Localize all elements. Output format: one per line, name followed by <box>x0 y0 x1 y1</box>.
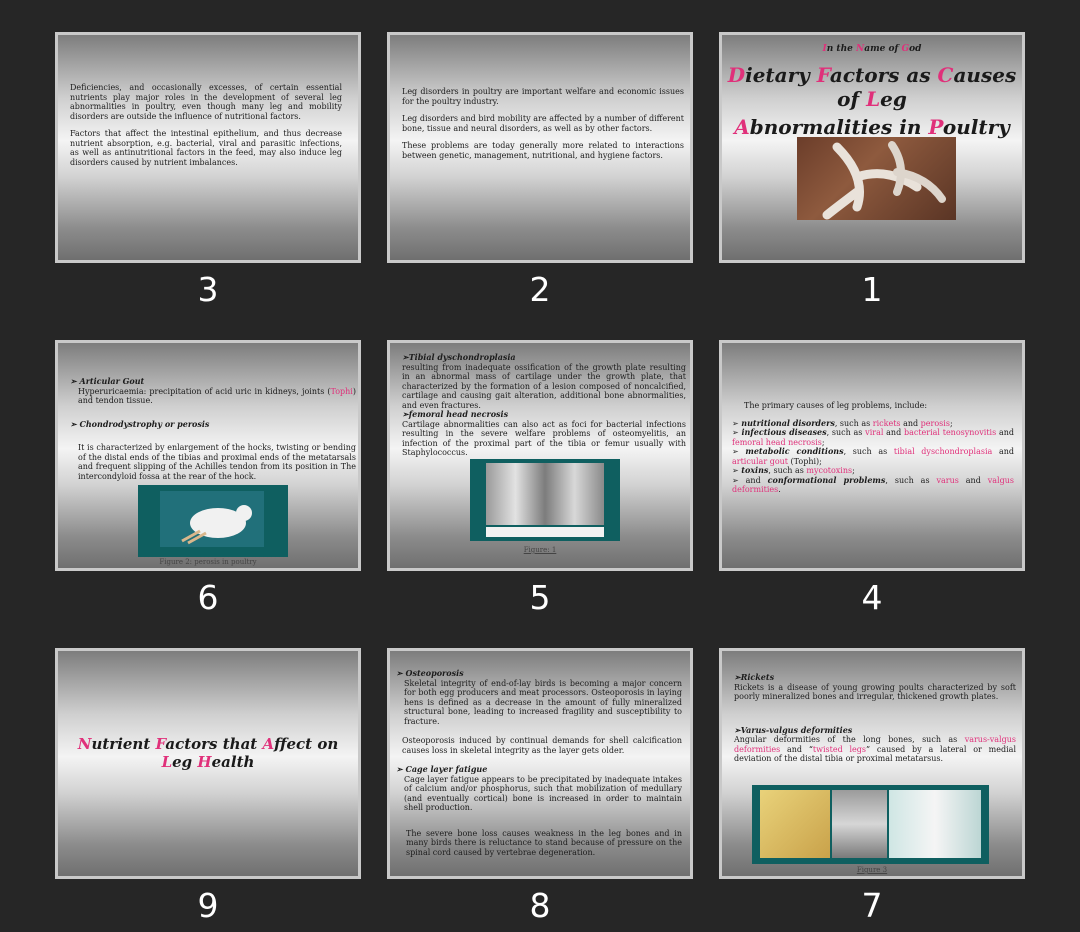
slide-7[interactable]: ➢Rickets Rickets is a disease of young g… <box>719 648 1025 879</box>
bullet-metabolic: ➢ metabolic conditions, such as tibial d… <box>732 446 1014 466</box>
slide-5-text: ➢Tibial dyschondroplasia resulting from … <box>402 352 686 458</box>
slide-4[interactable]: The primary causes of leg problems, incl… <box>719 340 1025 571</box>
bullet-infectious: ➢ infectious diseases, such as viral and… <box>732 427 1014 447</box>
slide-number: 2 <box>529 270 551 309</box>
slide-number: 7 <box>861 886 883 925</box>
slide-9[interactable]: Nutrient Factors that Affect on Leg Heal… <box>55 648 361 879</box>
slide-2[interactable]: Leg disorders in poultry are important w… <box>387 32 693 263</box>
heading-articular-gout: Articular Gout <box>79 376 145 386</box>
heading-chondrodystrophy: Chondrodystrophy or perosis <box>79 418 210 429</box>
paragraph: Deficiencies, and occasionally excesses,… <box>70 83 342 121</box>
paragraph: Cage layer fatigue appears to be precipi… <box>404 774 682 813</box>
slide-number: 8 <box>529 886 551 925</box>
paragraph: Skeletal integrity of end-of-lay birds i… <box>404 678 682 726</box>
figure-caption: Figure 2: perosis in poultry <box>159 558 257 566</box>
slide-3-text: Deficiencies, and occasionally excesses,… <box>70 83 342 175</box>
highlight: Tophi <box>330 386 353 396</box>
arrow-bullet-icon: ➢ <box>734 672 741 682</box>
paragraph: Angular deformities of the long bones, s… <box>734 735 1016 763</box>
slide-2-text: Leg disorders in poultry are important w… <box>402 87 684 168</box>
slide-number: 6 <box>197 578 219 617</box>
deformity-figure <box>752 785 989 864</box>
heading-varus-valgus: Varus-valgus deformities <box>740 724 853 735</box>
slide-number: 1 <box>861 270 883 309</box>
paragraph: Leg disorders in poultry are important w… <box>402 87 684 106</box>
arrow-bullet-icon: ➢ <box>732 418 742 428</box>
slide-6-text: ➢ Articular Gout Hyperuricaemia: precipi… <box>70 376 356 481</box>
paragraph: Cartilage abnormalities can also act as … <box>402 419 686 458</box>
slide-number: 3 <box>197 270 219 309</box>
bone-section-figure <box>470 459 620 541</box>
arrow-bullet-icon: ➢ <box>732 466 742 475</box>
paragraph: These problems are today generally more … <box>402 141 684 160</box>
paragraph: Leg disorders and bird mobility are affe… <box>402 114 684 133</box>
perosis-figure <box>138 485 288 557</box>
slide-4-text: The primary causes of leg problems, incl… <box>732 401 1014 495</box>
arrow-bullet-icon: ➢ <box>402 409 409 419</box>
paragraph: Factors that affect the intestinal epith… <box>70 129 342 167</box>
figure-inner-caption <box>486 527 604 537</box>
heading-osteoporosis: Osteoporosis <box>405 668 464 678</box>
figure-caption: Figure 3 <box>856 866 888 874</box>
arrow-bullet-icon: ➢ <box>734 724 741 735</box>
title-line-2: Leg Health <box>161 753 255 771</box>
arrow-bullet-icon: ➢ <box>402 352 409 362</box>
title-line-1: Nutrient Factors that Affect on <box>77 735 339 753</box>
slide-8-text: ➢ Osteoporosis Skeletal integrity of end… <box>396 668 682 857</box>
slide-5[interactable]: ➢Tibial dyschondroplasia resulting from … <box>387 340 693 571</box>
title-line-3: Abnormalities in Poultry <box>734 115 1010 139</box>
slide-number: 4 <box>861 578 883 617</box>
skeleton-photo <box>832 790 887 858</box>
slide-7-text: ➢Rickets Rickets is a disease of young g… <box>734 672 1016 764</box>
paragraph: Osteoporosis induced by continual demand… <box>402 736 682 755</box>
twisted-leg-photo <box>889 790 981 858</box>
arrow-bullet-icon: ➢ <box>396 668 406 678</box>
text: Hyperuricaemia: precipitation of acid ur… <box>78 386 331 396</box>
figure-caption: Figure: 1 <box>523 546 557 554</box>
heading-cage-layer-fatigue: Cage layer fatigue <box>405 764 488 774</box>
paragraph: It is characterized by enlargement of th… <box>78 443 356 481</box>
heading-femoral-head-necrosis: femoral head necrosis <box>408 409 509 419</box>
slide-3[interactable]: Deficiencies, and occasionally excesses,… <box>55 32 361 263</box>
chick-photo <box>760 790 830 858</box>
bone-photo <box>486 463 604 525</box>
chicken-feet-photo <box>797 137 956 220</box>
paragraph: resulting from inadequate ossification o… <box>402 362 686 410</box>
slide-8[interactable]: ➢ Osteoporosis Skeletal integrity of end… <box>387 648 693 879</box>
arrow-bullet-icon: ➢ <box>732 475 746 485</box>
heading-tibial-dyschondroplasia: Tibial dyschondroplasia <box>408 352 516 362</box>
title-line-2: of Leg <box>837 87 907 111</box>
intro: The primary causes of leg problems, incl… <box>744 401 928 410</box>
paragraph: The severe bone loss causes weakness in … <box>406 828 682 857</box>
arrow-bullet-icon: ➢ <box>732 447 746 456</box>
slide-number: 9 <box>197 886 219 925</box>
arrow-bullet-icon: ➢ <box>70 376 80 386</box>
heading-rickets: Rickets <box>740 672 775 682</box>
arrow-bullet-icon: ➢ <box>70 418 80 429</box>
slide-1[interactable]: In the Name of God Dietary Factors as Ca… <box>719 32 1025 263</box>
top-line: In the Name of God <box>822 44 922 54</box>
title-line-1: Dietary Factors as Causes <box>727 63 1017 87</box>
bullet-conformational: ➢ and conformational problems, such as v… <box>732 474 1014 494</box>
chicken-photo <box>160 491 264 547</box>
arrow-bullet-icon: ➢ <box>396 764 406 774</box>
slide-number: 5 <box>529 578 551 617</box>
slide-6[interactable]: ➢ Articular Gout Hyperuricaemia: precipi… <box>55 340 361 571</box>
paragraph: Rickets is a disease of young growing po… <box>734 682 1016 702</box>
